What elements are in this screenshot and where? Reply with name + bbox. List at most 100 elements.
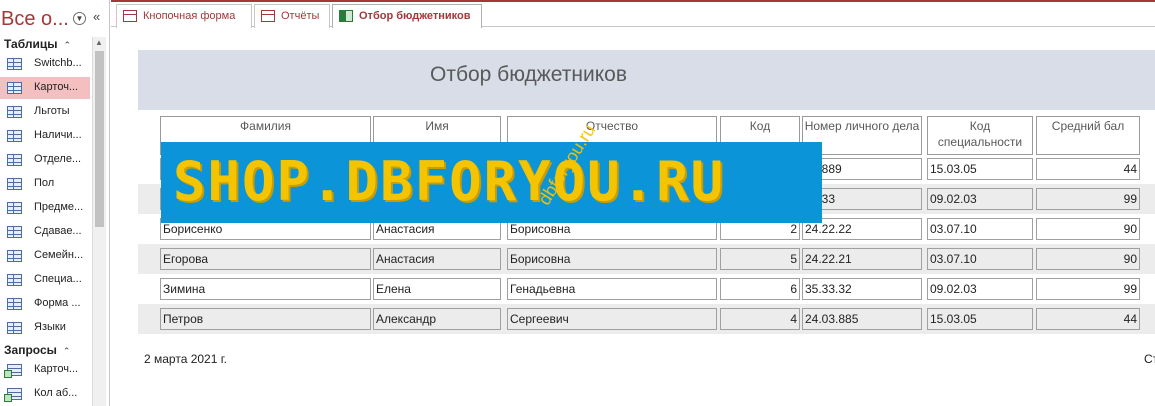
chevron-up-icon: ⌃ bbox=[63, 40, 71, 50]
nav-title[interactable]: Все о... bbox=[1, 8, 69, 31]
tab-budget-report[interactable]: Отбор бюджетников bbox=[332, 4, 482, 28]
table-cell: Сергеевич bbox=[507, 308, 717, 330]
watermark-banner: SHOP.DBFORYOU.RU bbox=[161, 142, 822, 223]
table-cell: 44 bbox=[1036, 308, 1140, 330]
column-header: Код специальности bbox=[927, 116, 1033, 155]
report-header: Отбор бюджетников bbox=[138, 50, 1155, 110]
nav-item-label: Пол bbox=[34, 177, 55, 189]
table-cell: 5 bbox=[720, 248, 800, 270]
table-cell: Генадьевна bbox=[507, 278, 717, 300]
table-cell: 03.07.10 bbox=[927, 248, 1033, 270]
nav-item[interactable]: Предме... bbox=[0, 197, 90, 219]
nav-item[interactable]: Отделе... bbox=[0, 149, 90, 171]
table-cell: 03.07.10 bbox=[927, 218, 1033, 240]
nav-item[interactable]: Льготы bbox=[0, 101, 90, 123]
table-cell: 24.03.885 bbox=[802, 308, 922, 330]
watermark-text: SHOP.DBFORYOU.RU bbox=[173, 150, 726, 213]
table-cell: Борисовна bbox=[507, 248, 717, 270]
document-tab-bar: Кнопочная форма Отчёты Отбор бюджетников bbox=[111, 0, 1155, 28]
column-header: Средний бал bbox=[1036, 116, 1140, 155]
table-icon bbox=[7, 274, 22, 286]
tab-label: Отбор бюджетников bbox=[359, 10, 471, 22]
nav-group-tables[interactable]: Таблицы ⌃ bbox=[4, 37, 71, 51]
report-date: 2 марта 2021 г. bbox=[144, 352, 227, 366]
tab-reports[interactable]: Отчёты bbox=[254, 4, 330, 28]
nav-item-label: Карточ... bbox=[34, 81, 79, 93]
form-icon bbox=[261, 10, 275, 22]
nav-group-label: Таблицы bbox=[4, 37, 58, 51]
nav-item-label: Switchb... bbox=[34, 57, 82, 69]
nav-item-label: Сдавае... bbox=[34, 225, 82, 237]
nav-item-label: Льготы bbox=[34, 105, 70, 117]
nav-item-label: Наличи... bbox=[34, 129, 82, 141]
nav-item[interactable]: Форма ... bbox=[0, 293, 90, 315]
table-cell: 99 bbox=[1036, 278, 1140, 300]
query-icon bbox=[4, 388, 22, 402]
table-cell: 24.22.21 bbox=[802, 248, 922, 270]
nav-item-label: Семейн... bbox=[34, 249, 84, 261]
nav-item[interactable]: Специа... bbox=[0, 269, 90, 291]
table-icon bbox=[7, 202, 22, 214]
chevron-up-icon: ⌃ bbox=[62, 346, 71, 356]
collapse-nav-icon[interactable]: « bbox=[93, 9, 100, 24]
nav-item-label: Отделе... bbox=[34, 153, 82, 165]
table-icon bbox=[7, 250, 22, 262]
nav-item[interactable]: Карточ... bbox=[0, 77, 90, 99]
table-cell: Анастасия bbox=[373, 248, 501, 270]
table-icon bbox=[7, 82, 22, 94]
nav-item-label: Форма ... bbox=[34, 297, 81, 309]
table-cell: Елена bbox=[373, 278, 501, 300]
nav-item-label: Языки bbox=[34, 321, 66, 333]
nav-item[interactable]: Пол bbox=[0, 173, 90, 195]
nav-header: Все о... ▼ « bbox=[0, 0, 110, 34]
table-cell: 90 bbox=[1036, 218, 1140, 240]
nav-item[interactable]: Switchb... bbox=[0, 53, 90, 75]
table-cell: 09.02.03 bbox=[927, 278, 1033, 300]
nav-item-label: Кол аб... bbox=[34, 387, 78, 399]
table-cell: 15.03.05 bbox=[927, 308, 1033, 330]
report-icon bbox=[339, 10, 353, 22]
table-cell: Петров bbox=[160, 308, 371, 330]
nav-group-label: Запросы bbox=[4, 343, 57, 357]
nav-item[interactable]: Семейн... bbox=[0, 245, 90, 267]
tab-label: Отчёты bbox=[281, 10, 320, 22]
report-page-label: Ст bbox=[1144, 352, 1155, 366]
nav-item[interactable]: Языки bbox=[0, 317, 90, 339]
nav-menu-dropdown-icon[interactable]: ▼ bbox=[73, 12, 86, 25]
table-cell: 44 bbox=[1036, 158, 1140, 180]
table-icon bbox=[7, 58, 22, 70]
nav-item-label: Предме... bbox=[34, 201, 84, 213]
scroll-thumb[interactable] bbox=[95, 51, 104, 227]
nav-item[interactable]: Карточ... bbox=[0, 359, 90, 381]
nav-scrollbar[interactable]: ▲ bbox=[92, 37, 106, 406]
report-view: Отбор бюджетников Фамилия Имя Отчество Код Н… bbox=[114, 28, 1155, 406]
navigation-pane: Все о... ▼ « Таблицы ⌃ Switchb... Карточ..… bbox=[0, 0, 110, 406]
table-cell: Александр bbox=[373, 308, 501, 330]
tab-switchboard[interactable]: Кнопочная форма bbox=[116, 4, 252, 28]
nav-item[interactable]: Сдавае... bbox=[0, 221, 90, 243]
tab-label: Кнопочная форма bbox=[143, 10, 236, 22]
table-cell: 09.02.03 bbox=[927, 188, 1033, 210]
table-icon bbox=[7, 106, 22, 118]
table-cell: 15.03.05 bbox=[927, 158, 1033, 180]
nav-item[interactable]: Наличи... bbox=[0, 125, 90, 147]
table-cell: 6 bbox=[720, 278, 800, 300]
table-icon bbox=[7, 226, 22, 238]
table-cell: 4 bbox=[720, 308, 800, 330]
form-icon bbox=[123, 10, 137, 22]
table-cell: Егорова bbox=[160, 248, 371, 270]
nav-item[interactable]: Кол аб... bbox=[0, 383, 90, 405]
nav-item-label: Карточ... bbox=[34, 363, 79, 375]
nav-group-queries[interactable]: Запросы ⌃ bbox=[4, 343, 70, 357]
table-icon bbox=[7, 322, 22, 334]
report-title: Отбор бюджетников bbox=[430, 63, 627, 86]
query-icon bbox=[4, 364, 22, 378]
table-cell: Зимина bbox=[160, 278, 371, 300]
table-cell: 90 bbox=[1036, 248, 1140, 270]
table-icon bbox=[7, 130, 22, 142]
table-cell: 35.33.32 bbox=[802, 278, 922, 300]
nav-item-label: Специа... bbox=[34, 273, 82, 285]
table-cell: 99 bbox=[1036, 188, 1140, 210]
scroll-up-icon[interactable]: ▲ bbox=[95, 39, 104, 47]
table-icon bbox=[7, 154, 22, 166]
